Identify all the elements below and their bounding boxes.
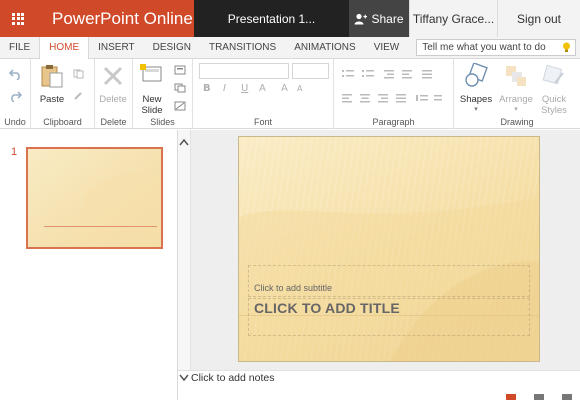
share-button[interactable]: Share — [349, 0, 409, 37]
list-buttons-icons[interactable] — [342, 69, 446, 79]
tell-me-search[interactable]: Tell me what you want to do — [416, 39, 577, 56]
thumbnail-background — [28, 149, 161, 247]
slides-group: New Slide Slides — [133, 59, 193, 129]
arrange-icon — [506, 66, 526, 86]
ribbon: Undo Paste Clipboard Delete Delete New S… — [0, 59, 580, 129]
quick-styles-label-1: Quick — [541, 94, 567, 105]
quick-styles-label-2: Styles — [541, 105, 567, 116]
bold-button[interactable]: B — [203, 83, 211, 94]
arrange-button[interactable]: Arrange ▾ — [498, 63, 534, 113]
font-group-label: Font — [253, 117, 272, 127]
tab-view[interactable]: VIEW — [365, 37, 409, 58]
grow-font-button[interactable]: A — [281, 83, 288, 94]
paragraph-group-label: Paragraph — [372, 117, 415, 127]
delete-x-icon — [103, 66, 123, 86]
underline-button[interactable]: U — [241, 83, 248, 94]
shrink-font-button[interactable]: A — [297, 84, 302, 93]
tab-animations[interactable]: ANIMATIONS — [285, 37, 364, 58]
document-title[interactable]: Presentation 1... — [194, 0, 349, 37]
arrange-label: Arrange — [499, 94, 533, 105]
title-placeholder[interactable]: CLICK TO ADD TITLE — [254, 300, 400, 316]
chevron-down-icon[interactable] — [179, 374, 189, 382]
delete-group-label: Delete — [100, 117, 127, 127]
delete-label: Delete — [99, 94, 127, 105]
font-color-button[interactable]: A — [259, 83, 266, 94]
slides-group-label: Slides — [150, 117, 175, 127]
font-group: B I U A A A Font — [193, 59, 334, 129]
duplicate-slide-icon[interactable] — [174, 83, 186, 93]
drawing-group: Shapes ▾ Arrange ▾ Quick Styles Drawing — [454, 59, 580, 129]
font-size-select[interactable] — [292, 63, 329, 79]
clipboard-group-label: Clipboard — [43, 117, 82, 127]
copy-icon[interactable] — [73, 69, 85, 79]
drawing-group-label: Drawing — [500, 117, 534, 127]
chevron-up-icon[interactable] — [179, 138, 189, 146]
user-name[interactable]: Tiffany Grace... — [409, 0, 497, 37]
shapes-label: Shapes — [459, 94, 493, 105]
undo-icon[interactable] — [9, 69, 22, 80]
quick-styles-icon — [542, 64, 564, 85]
ribbon-tabs: FILE HOME INSERT DESIGN TRANSITIONS ANIM… — [0, 37, 580, 60]
tell-me-placeholder: Tell me what you want to do — [422, 42, 546, 53]
lightbulb-icon — [563, 42, 571, 52]
tab-file[interactable]: FILE — [0, 37, 39, 58]
notes-placeholder[interactable]: Click to add notes — [191, 372, 274, 384]
shapes-icon — [465, 62, 488, 87]
share-label: Share — [371, 11, 404, 26]
clipboard-group: Paste Clipboard — [31, 59, 95, 129]
waffle-icon — [12, 12, 24, 25]
italic-button[interactable]: I — [223, 83, 226, 94]
paste-icon — [41, 65, 63, 88]
shapes-button[interactable]: Shapes ▾ — [458, 62, 494, 113]
font-family-select[interactable] — [199, 63, 289, 79]
tab-transitions[interactable]: TRANSITIONS — [200, 37, 285, 58]
quick-styles-button[interactable]: Quick Styles — [536, 63, 572, 116]
format-painter-icon[interactable] — [73, 91, 85, 101]
delete-button[interactable]: Delete — [98, 63, 128, 105]
panel-scrollbar[interactable] — [178, 130, 191, 400]
paste-button[interactable]: Paste — [37, 63, 67, 105]
new-slide-label-1: New — [142, 94, 162, 105]
title-bar: PowerPoint Online Presentation 1... Shar… — [0, 0, 580, 37]
redo-icon[interactable] — [9, 91, 22, 102]
sign-out-link[interactable]: Sign out — [497, 0, 580, 37]
tab-home[interactable]: HOME — [39, 37, 90, 60]
new-slide-button[interactable]: New Slide — [137, 63, 167, 116]
paste-label: Paste — [39, 94, 65, 105]
share-user-icon — [354, 13, 368, 24]
layout-icon[interactable] — [174, 65, 186, 75]
view-switcher-icons[interactable] — [500, 392, 580, 400]
tab-design[interactable]: DESIGN — [144, 37, 200, 58]
app-name[interactable]: PowerPoint Online — [36, 0, 194, 37]
delete-group: Delete Delete — [95, 59, 133, 129]
tab-insert[interactable]: INSERT — [89, 37, 144, 58]
slide-number: 1 — [11, 146, 18, 158]
slide-thumbnail[interactable] — [26, 147, 163, 249]
hide-slide-icon[interactable] — [174, 101, 186, 111]
align-buttons-icons[interactable] — [342, 93, 446, 103]
undo-group: Undo — [0, 59, 31, 129]
undo-group-label: Undo — [4, 117, 26, 127]
new-slide-icon — [140, 64, 162, 82]
app-launcher-button[interactable] — [0, 0, 36, 37]
new-slide-label-2: Slide — [141, 105, 163, 116]
subtitle-placeholder[interactable]: Click to add subtitle — [254, 283, 332, 293]
paragraph-group: Paragraph — [334, 59, 454, 129]
